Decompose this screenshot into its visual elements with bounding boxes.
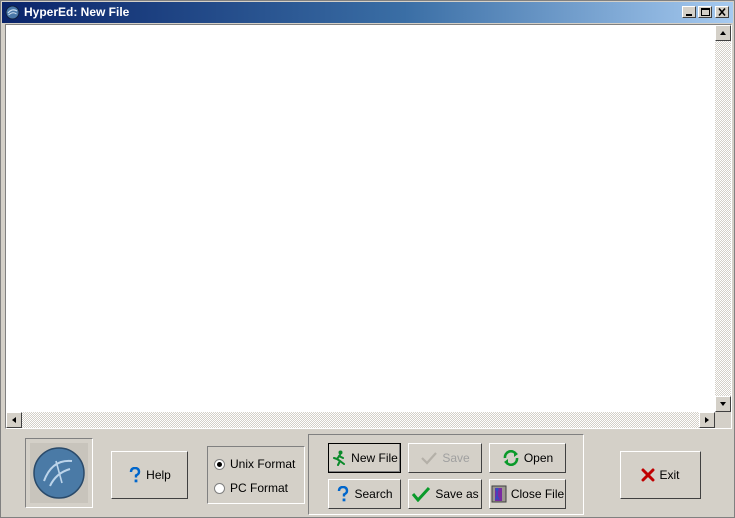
scroll-down-button[interactable] — [715, 396, 731, 412]
close-file-label: Close File — [510, 487, 565, 501]
file-actions-panel: New File Save Open Search Save as Close … — [308, 434, 584, 515]
help-label: Help — [146, 468, 171, 482]
search-label: Search — [354, 487, 393, 501]
exit-label: Exit — [659, 468, 680, 482]
close-icon — [718, 7, 726, 17]
arrow-left-icon — [12, 417, 16, 423]
new-file-label: New File — [351, 451, 398, 465]
scrollbar-corner — [715, 412, 731, 428]
open-label: Open — [523, 451, 554, 465]
save-label: Save — [442, 451, 470, 465]
scroll-right-button[interactable] — [699, 412, 715, 428]
arrow-right-icon — [705, 417, 709, 423]
close-file-button[interactable]: Close File — [489, 479, 566, 509]
hypered-logo-icon — [30, 443, 88, 503]
check-icon — [421, 452, 438, 465]
search-button[interactable]: Search — [328, 479, 401, 509]
refresh-icon — [503, 450, 519, 466]
scroll-up-button[interactable] — [715, 25, 731, 41]
save-as-button[interactable]: Save as — [408, 479, 482, 509]
save-as-label: Save as — [435, 487, 479, 501]
radio-unix-format[interactable]: Unix Format — [214, 457, 295, 471]
radio-unix-circle[interactable] — [214, 458, 225, 470]
radio-pc-circle[interactable] — [214, 482, 225, 494]
maximize-icon — [701, 8, 710, 16]
arrow-down-icon — [720, 402, 726, 406]
open-button[interactable]: Open — [489, 443, 566, 473]
logo-panel — [25, 438, 93, 508]
text-editor[interactable] — [6, 25, 715, 412]
exit-button[interactable]: Exit — [620, 451, 701, 499]
running-man-icon — [333, 450, 346, 466]
window-title: HyperEd: New File — [24, 5, 130, 19]
maximize-button[interactable] — [698, 6, 712, 18]
vertical-scrollbar[interactable] — [715, 25, 731, 412]
close-window-button[interactable] — [715, 6, 729, 18]
x-icon — [641, 468, 655, 482]
unix-format-label: Unix Format — [230, 457, 296, 471]
arrow-up-icon — [720, 31, 726, 35]
new-file-button[interactable]: New File — [328, 443, 401, 473]
format-group: Unix Format PC Format — [207, 446, 305, 504]
horizontal-scrollbar[interactable] — [6, 412, 715, 428]
radio-pc-format[interactable]: PC Format — [214, 481, 288, 495]
question-icon — [338, 486, 349, 502]
help-button[interactable]: Help — [111, 451, 188, 499]
minimize-button[interactable] — [682, 6, 696, 18]
question-icon — [129, 467, 141, 483]
bottom-toolbar: Help Unix Format PC Format New File Save… — [5, 431, 732, 515]
minimize-icon — [686, 14, 692, 16]
save-button[interactable]: Save — [408, 443, 482, 473]
pc-format-label: PC Format — [230, 481, 289, 495]
app-globe-icon[interactable] — [5, 5, 20, 20]
title-bar[interactable]: HyperEd: New File — [2, 2, 733, 23]
scroll-left-button[interactable] — [6, 412, 22, 428]
check-icon — [412, 486, 431, 502]
main-window: HyperEd: New File Help Unix Format PC Fo… — [0, 0, 735, 518]
door-icon — [491, 485, 507, 503]
editor-area — [5, 24, 732, 429]
